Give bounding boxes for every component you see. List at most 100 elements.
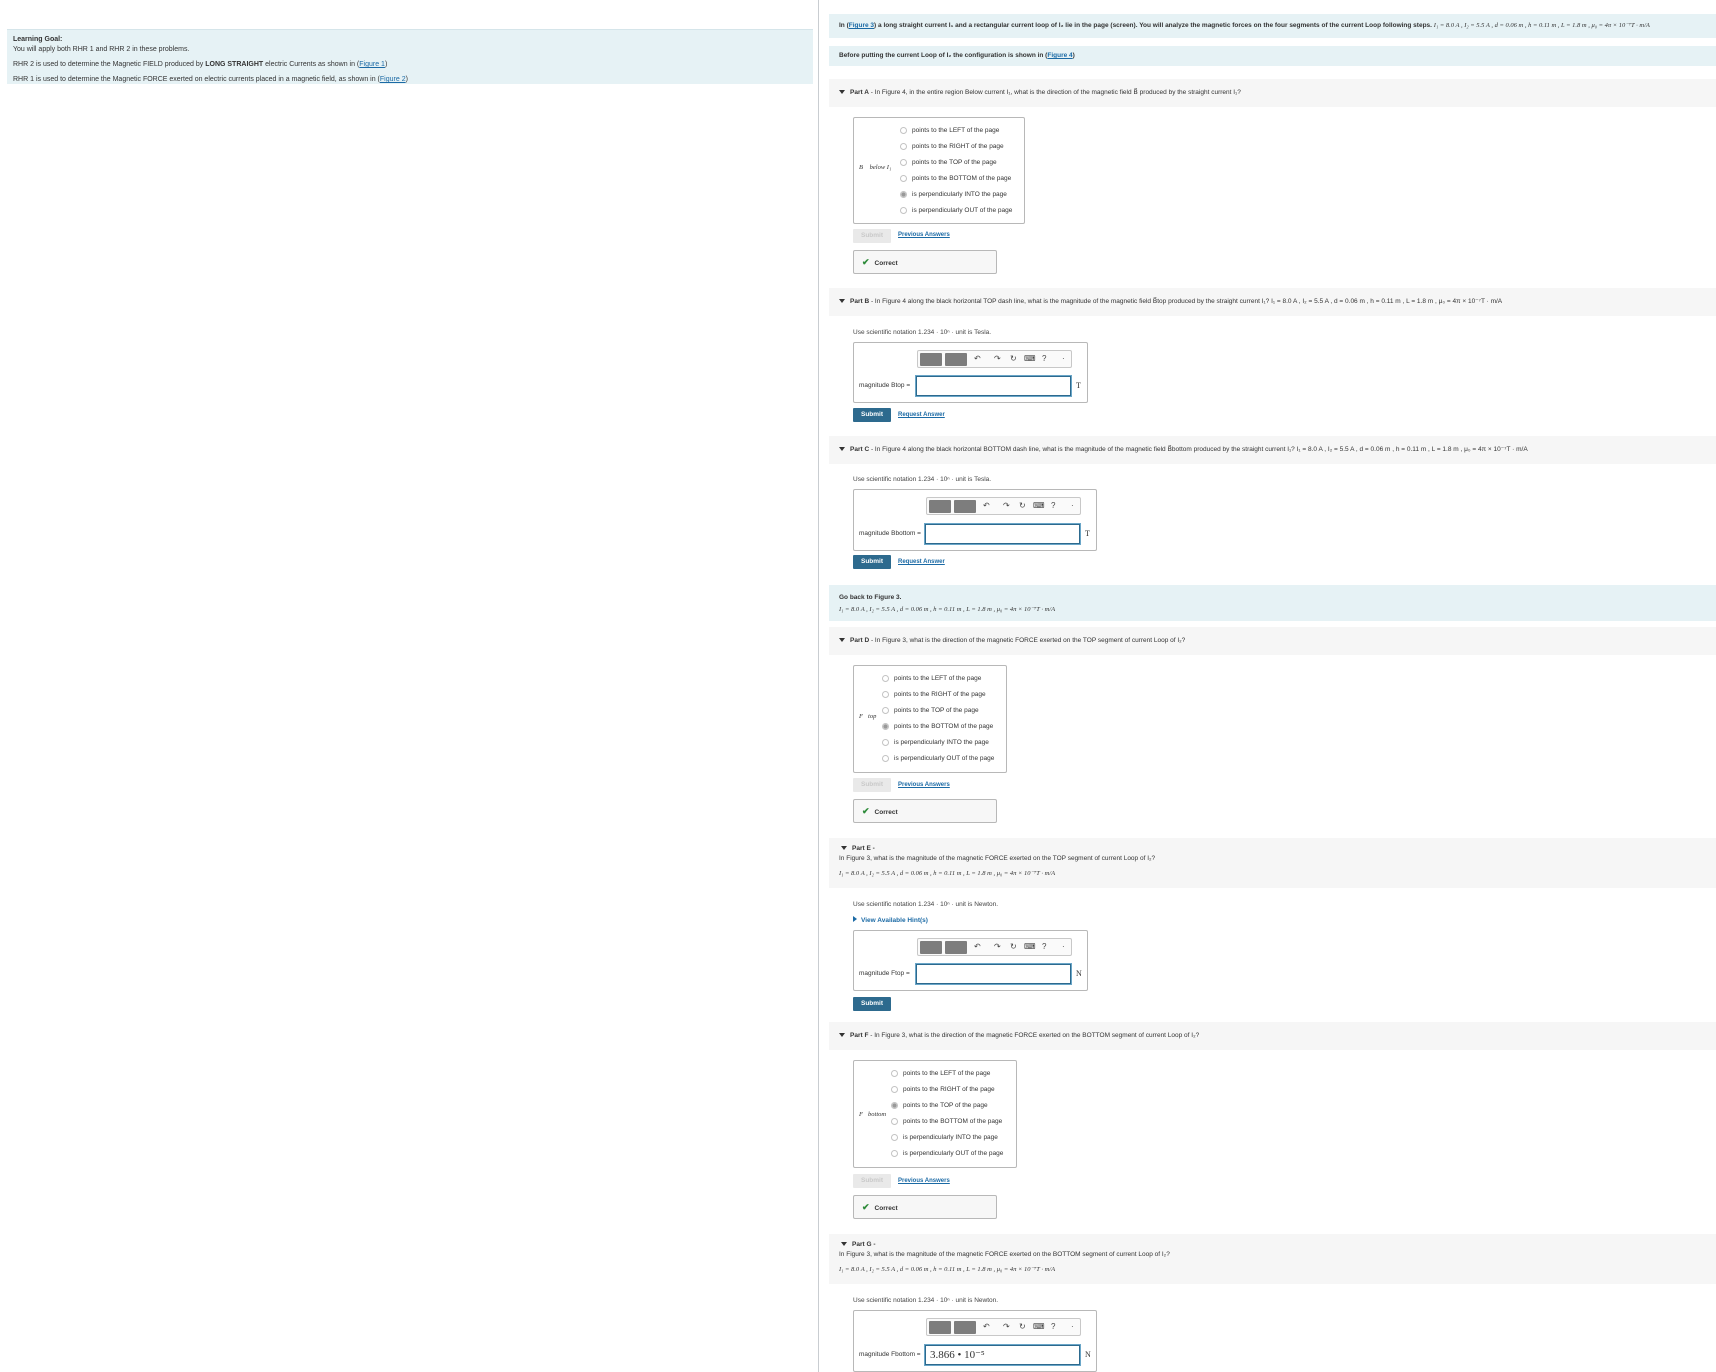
part-d-option[interactable]: points to the RIGHT of the page	[882, 691, 986, 698]
radio-icon[interactable]	[900, 127, 907, 134]
part-a-option[interactable]: is perpendicularly OUT of the page	[900, 207, 1012, 214]
part-g-answer-input[interactable]: 3.866 • 10⁻⁵	[925, 1345, 1080, 1365]
pane-divider[interactable]	[818, 0, 819, 1372]
radio-icon[interactable]	[882, 707, 889, 714]
radio-icon[interactable]	[882, 691, 889, 698]
part-a-option[interactable]: is perpendicularly INTO the page	[900, 191, 1007, 198]
help-icon[interactable]: ?	[1051, 1322, 1055, 1331]
collapse-caret-icon[interactable]	[839, 447, 845, 452]
more-icon[interactable]: ·	[1062, 942, 1065, 951]
part-a-option[interactable]: points to the LEFT of the page	[900, 127, 999, 134]
templates-button[interactable]	[920, 941, 942, 954]
figure-3-link[interactable]: Figure 3	[849, 22, 874, 29]
part-d-option[interactable]: is perpendicularly OUT of the page	[882, 755, 994, 762]
more-icon[interactable]: ·	[1062, 354, 1065, 363]
collapse-caret-icon[interactable]	[839, 1033, 845, 1038]
undo-icon[interactable]: ↶	[983, 1322, 990, 1331]
part-a-previous-answers-link[interactable]: Previous Answers	[898, 232, 950, 238]
collapse-caret-icon[interactable]	[839, 299, 845, 304]
radio-selected-icon[interactable]	[900, 191, 907, 198]
part-e-header[interactable]: Part E - In Figure 3, what is the magnit…	[829, 838, 1716, 888]
radio-icon[interactable]	[891, 1086, 898, 1093]
part-d-option[interactable]: points to the TOP of the page	[882, 707, 979, 714]
radio-icon[interactable]	[900, 159, 907, 166]
figure-1-link[interactable]: Figure 1	[359, 61, 385, 68]
part-f-option[interactable]: points to the LEFT of the page	[891, 1070, 990, 1077]
part-b-request-answer-link[interactable]: Request Answer	[898, 412, 945, 418]
templates-button[interactable]	[929, 500, 951, 513]
part-f-previous-answers-link[interactable]: Previous Answers	[898, 1178, 950, 1184]
part-c-answer-input[interactable]	[925, 524, 1080, 544]
templates-button[interactable]	[920, 353, 942, 366]
undo-icon[interactable]: ↶	[974, 354, 981, 363]
keyboard-icon[interactable]: ⌨	[1033, 1322, 1045, 1331]
radio-icon[interactable]	[900, 143, 907, 150]
part-a-option[interactable]: points to the BOTTOM of the page	[900, 175, 1011, 182]
radio-icon[interactable]	[891, 1134, 898, 1141]
part-d-option[interactable]: points to the BOTTOM of the page	[882, 723, 993, 730]
reset-icon[interactable]: ↻	[1019, 1322, 1026, 1331]
collapse-caret-icon[interactable]	[839, 638, 845, 643]
templates-button[interactable]	[929, 1321, 951, 1334]
more-icon[interactable]: ·	[1071, 1322, 1074, 1331]
more-icon[interactable]: ·	[1071, 501, 1074, 510]
radio-icon[interactable]	[891, 1070, 898, 1077]
part-a-submit-button[interactable]: Submit	[853, 229, 892, 243]
part-a-header[interactable]: Part A - In Figure 4, in the entire regi…	[829, 79, 1716, 107]
keyboard-icon[interactable]: ⌨	[1024, 354, 1036, 363]
collapse-caret-icon[interactable]	[839, 90, 845, 95]
part-b-answer-input[interactable]	[916, 376, 1071, 396]
part-c-request-answer-link[interactable]: Request Answer	[898, 559, 945, 565]
part-f-option[interactable]: is perpendicularly OUT of the page	[891, 1150, 1003, 1157]
radio-icon[interactable]	[891, 1118, 898, 1125]
redo-icon[interactable]: ↷	[994, 354, 1001, 363]
radio-icon[interactable]	[900, 207, 907, 214]
redo-icon[interactable]: ↷	[1003, 1322, 1010, 1331]
help-icon[interactable]: ?	[1051, 501, 1055, 510]
redo-icon[interactable]: ↷	[994, 942, 1001, 951]
figure-4-link[interactable]: Figure 4	[1047, 52, 1072, 59]
part-c-submit-button[interactable]: Submit	[853, 555, 892, 569]
part-f-option[interactable]: points to the RIGHT of the page	[891, 1086, 995, 1093]
symbols-button[interactable]	[954, 1321, 976, 1334]
reset-icon[interactable]: ↻	[1010, 942, 1017, 951]
part-f-option[interactable]: is perpendicularly INTO the page	[891, 1134, 998, 1141]
part-a-option[interactable]: points to the RIGHT of the page	[900, 143, 1004, 150]
part-e-answer-input[interactable]	[916, 964, 1071, 984]
radio-icon[interactable]	[900, 175, 907, 182]
symbols-button[interactable]	[945, 353, 967, 366]
part-a-option[interactable]: points to the TOP of the page	[900, 159, 997, 166]
figure-2-link[interactable]: Figure 2	[380, 76, 406, 83]
part-f-header[interactable]: Part F - In Figure 3, what is the direct…	[829, 1022, 1716, 1050]
help-icon[interactable]: ?	[1042, 942, 1046, 951]
part-d-previous-answers-link[interactable]: Previous Answers	[898, 782, 950, 788]
radio-selected-icon[interactable]	[891, 1102, 898, 1109]
part-d-option[interactable]: is perpendicularly INTO the page	[882, 739, 989, 746]
part-e-hint-toggle[interactable]: View Available Hint(s)	[853, 916, 928, 924]
symbols-button[interactable]	[954, 500, 976, 513]
radio-icon[interactable]	[882, 675, 889, 682]
reset-icon[interactable]: ↻	[1019, 501, 1026, 510]
radio-icon[interactable]	[882, 755, 889, 762]
keyboard-icon[interactable]: ⌨	[1033, 501, 1045, 510]
part-d-header[interactable]: Part D - In Figure 3, what is the direct…	[829, 627, 1716, 655]
part-e-submit-button[interactable]: Submit	[853, 997, 892, 1011]
part-d-submit-button[interactable]: Submit	[853, 778, 892, 792]
part-f-option[interactable]: points to the TOP of the page	[891, 1102, 988, 1109]
radio-icon[interactable]	[891, 1150, 898, 1157]
part-f-submit-button[interactable]: Submit	[853, 1174, 892, 1188]
collapse-caret-icon[interactable]	[841, 846, 847, 851]
help-icon[interactable]: ?	[1042, 354, 1046, 363]
keyboard-icon[interactable]: ⌨	[1024, 942, 1036, 951]
redo-icon[interactable]: ↷	[1003, 501, 1010, 510]
part-g-header[interactable]: Part G - In Figure 3, what is the magnit…	[829, 1234, 1716, 1284]
part-d-option[interactable]: points to the LEFT of the page	[882, 675, 981, 682]
part-b-submit-button[interactable]: Submit	[853, 408, 892, 422]
symbols-button[interactable]	[945, 941, 967, 954]
radio-selected-icon[interactable]	[882, 723, 889, 730]
part-b-header[interactable]: Part B - In Figure 4 along the black hor…	[829, 288, 1716, 316]
part-f-option[interactable]: points to the BOTTOM of the page	[891, 1118, 1002, 1125]
undo-icon[interactable]: ↶	[983, 501, 990, 510]
collapse-caret-icon[interactable]	[841, 1242, 847, 1247]
radio-icon[interactable]	[882, 739, 889, 746]
